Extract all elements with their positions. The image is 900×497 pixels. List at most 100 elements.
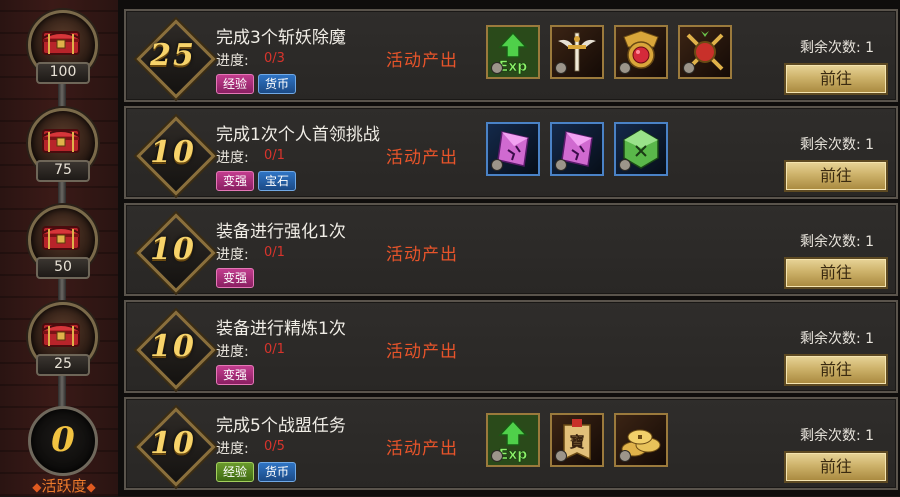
category-tag: 变强 bbox=[216, 171, 255, 191]
reward-item[interactable] bbox=[614, 122, 668, 176]
task-title: 完成5个战盟任务 bbox=[216, 416, 346, 436]
bound-item-icon bbox=[619, 450, 631, 462]
points-value: 10 bbox=[150, 232, 196, 267]
reward-source: 活动产出 bbox=[386, 51, 458, 71]
task-list: 25 完成3个斩妖除魔 进度: 0/3 经验 货币 活动产出 Exp 剩余次数:… bbox=[118, 0, 900, 496]
task-tags: 经验 货币 bbox=[216, 74, 300, 94]
task-title: 完成3个斩妖除魔 bbox=[216, 28, 346, 48]
bound-item-icon bbox=[555, 159, 567, 171]
progress-label: 进度: bbox=[216, 344, 249, 360]
reward-item[interactable]: Exp bbox=[486, 25, 540, 79]
reward-list bbox=[486, 122, 678, 180]
remaining-count: 剩余次数: 1 bbox=[800, 137, 875, 153]
progress-value: 0/1 bbox=[264, 342, 285, 357]
bound-item-icon bbox=[619, 62, 631, 74]
progress-value: 0/3 bbox=[264, 51, 285, 66]
activity-points: 10 bbox=[136, 116, 216, 196]
category-tag: 变强 bbox=[216, 365, 255, 385]
task-row: 10 装备进行强化1次 进度: 0/1 变强 活动产出 剩余次数: 1 前往 bbox=[124, 203, 898, 296]
task-title: 完成1次个人首领挑战 bbox=[216, 125, 380, 145]
milestone-value: 50 bbox=[36, 257, 90, 279]
remaining-count: 剩余次数: 1 bbox=[800, 40, 875, 56]
milestone-chest-100[interactable]: 100 bbox=[28, 10, 98, 84]
milestone-chest-25[interactable]: 25 bbox=[28, 302, 98, 376]
milestone-value: 75 bbox=[36, 160, 90, 182]
milestone-value: 25 bbox=[36, 354, 90, 376]
task-title: 装备进行精炼1次 bbox=[216, 319, 346, 339]
category-tag: 经验 bbox=[216, 74, 255, 94]
task-row: 10 完成1次个人首领挑战 进度: 0/1 变强 宝石 活动产出 剩余次数: 1… bbox=[124, 106, 898, 199]
task-title: 装备进行强化1次 bbox=[216, 222, 346, 242]
remaining-count: 剩余次数: 1 bbox=[800, 234, 875, 250]
tribute-token-label: 寶 bbox=[569, 433, 585, 451]
category-tag: 宝石 bbox=[258, 171, 297, 191]
activity-label: ◆活跃度◆ bbox=[14, 476, 114, 496]
reward-item[interactable] bbox=[614, 413, 668, 467]
task-row: 10 完成5个战盟任务 进度: 0/5 经验 货币 活动产出 Exp 寶 剩余次… bbox=[124, 397, 898, 490]
reward-item[interactable]: Exp bbox=[486, 413, 540, 467]
reward-item[interactable] bbox=[550, 122, 604, 176]
reward-item[interactable] bbox=[614, 25, 668, 79]
bound-item-icon bbox=[491, 450, 503, 462]
bound-item-icon bbox=[619, 159, 631, 171]
points-value: 10 bbox=[150, 426, 196, 461]
reward-source: 活动产出 bbox=[386, 148, 458, 168]
activity-points: 10 bbox=[136, 213, 216, 293]
progress-value: 0/1 bbox=[264, 245, 285, 260]
treasure-chest-icon bbox=[41, 26, 81, 56]
go-button[interactable]: 前往 bbox=[784, 257, 888, 289]
reward-source: 活动产出 bbox=[386, 439, 458, 459]
points-value: 10 bbox=[150, 135, 196, 170]
remaining-count: 剩余次数: 1 bbox=[800, 331, 875, 347]
activity-track: 100 75 50 25 0 ◆活跃度◆ bbox=[0, 0, 118, 496]
remaining-count: 剩余次数: 1 bbox=[800, 428, 875, 444]
bound-item-icon bbox=[555, 450, 567, 462]
treasure-chest-icon bbox=[41, 318, 81, 348]
category-tag: 货币 bbox=[258, 462, 297, 482]
category-tag: 经验 bbox=[216, 462, 255, 482]
activity-points: 10 bbox=[136, 310, 216, 390]
reward-list: Exp 寶 bbox=[486, 413, 678, 471]
reward-item[interactable] bbox=[550, 25, 604, 79]
task-tags: 变强 宝石 bbox=[216, 171, 300, 191]
task-tags: 变强 bbox=[216, 365, 258, 385]
progress-value: 0/1 bbox=[264, 148, 285, 163]
treasure-chest-icon bbox=[41, 124, 81, 154]
progress-label: 进度: bbox=[216, 150, 249, 166]
progress-label: 进度: bbox=[216, 247, 249, 263]
activity-label-text: 活跃度 bbox=[41, 477, 87, 495]
task-tags: 经验 货币 bbox=[216, 462, 300, 482]
task-tags: 变强 bbox=[216, 268, 258, 288]
activity-points: 10 bbox=[136, 407, 216, 487]
go-button[interactable]: 前往 bbox=[784, 63, 888, 95]
go-button[interactable]: 前往 bbox=[784, 354, 888, 386]
go-button[interactable]: 前往 bbox=[784, 160, 888, 192]
reward-item[interactable] bbox=[678, 25, 732, 79]
milestone-chest-50[interactable]: 50 bbox=[28, 205, 98, 279]
points-value: 10 bbox=[150, 329, 196, 364]
current-activity-medal: 0 bbox=[28, 406, 98, 476]
bound-item-icon bbox=[491, 159, 503, 171]
category-tag: 变强 bbox=[216, 268, 255, 288]
reward-list: Exp bbox=[486, 25, 742, 83]
reward-source: 活动产出 bbox=[386, 245, 458, 265]
bound-item-icon bbox=[555, 62, 567, 74]
reward-item[interactable] bbox=[486, 122, 540, 176]
category-tag: 货币 bbox=[258, 74, 297, 94]
bound-item-icon bbox=[491, 62, 503, 74]
milestone-value: 100 bbox=[36, 62, 90, 84]
points-value: 25 bbox=[150, 38, 196, 73]
progress-label: 进度: bbox=[216, 441, 249, 457]
treasure-chest-icon bbox=[41, 221, 81, 251]
diamond-icon: ◆ bbox=[86, 480, 96, 494]
progress-label: 进度: bbox=[216, 53, 249, 69]
progress-value: 0/5 bbox=[264, 439, 285, 454]
task-row: 25 完成3个斩妖除魔 进度: 0/3 经验 货币 活动产出 Exp 剩余次数:… bbox=[124, 9, 898, 102]
task-row: 10 装备进行精炼1次 进度: 0/1 变强 活动产出 剩余次数: 1 前往 bbox=[124, 300, 898, 393]
milestone-chest-75[interactable]: 75 bbox=[28, 108, 98, 182]
go-button[interactable]: 前往 bbox=[784, 451, 888, 483]
bound-item-icon bbox=[683, 62, 695, 74]
reward-source: 活动产出 bbox=[386, 342, 458, 362]
activity-points: 25 bbox=[136, 19, 216, 99]
reward-item[interactable]: 寶 bbox=[550, 413, 604, 467]
